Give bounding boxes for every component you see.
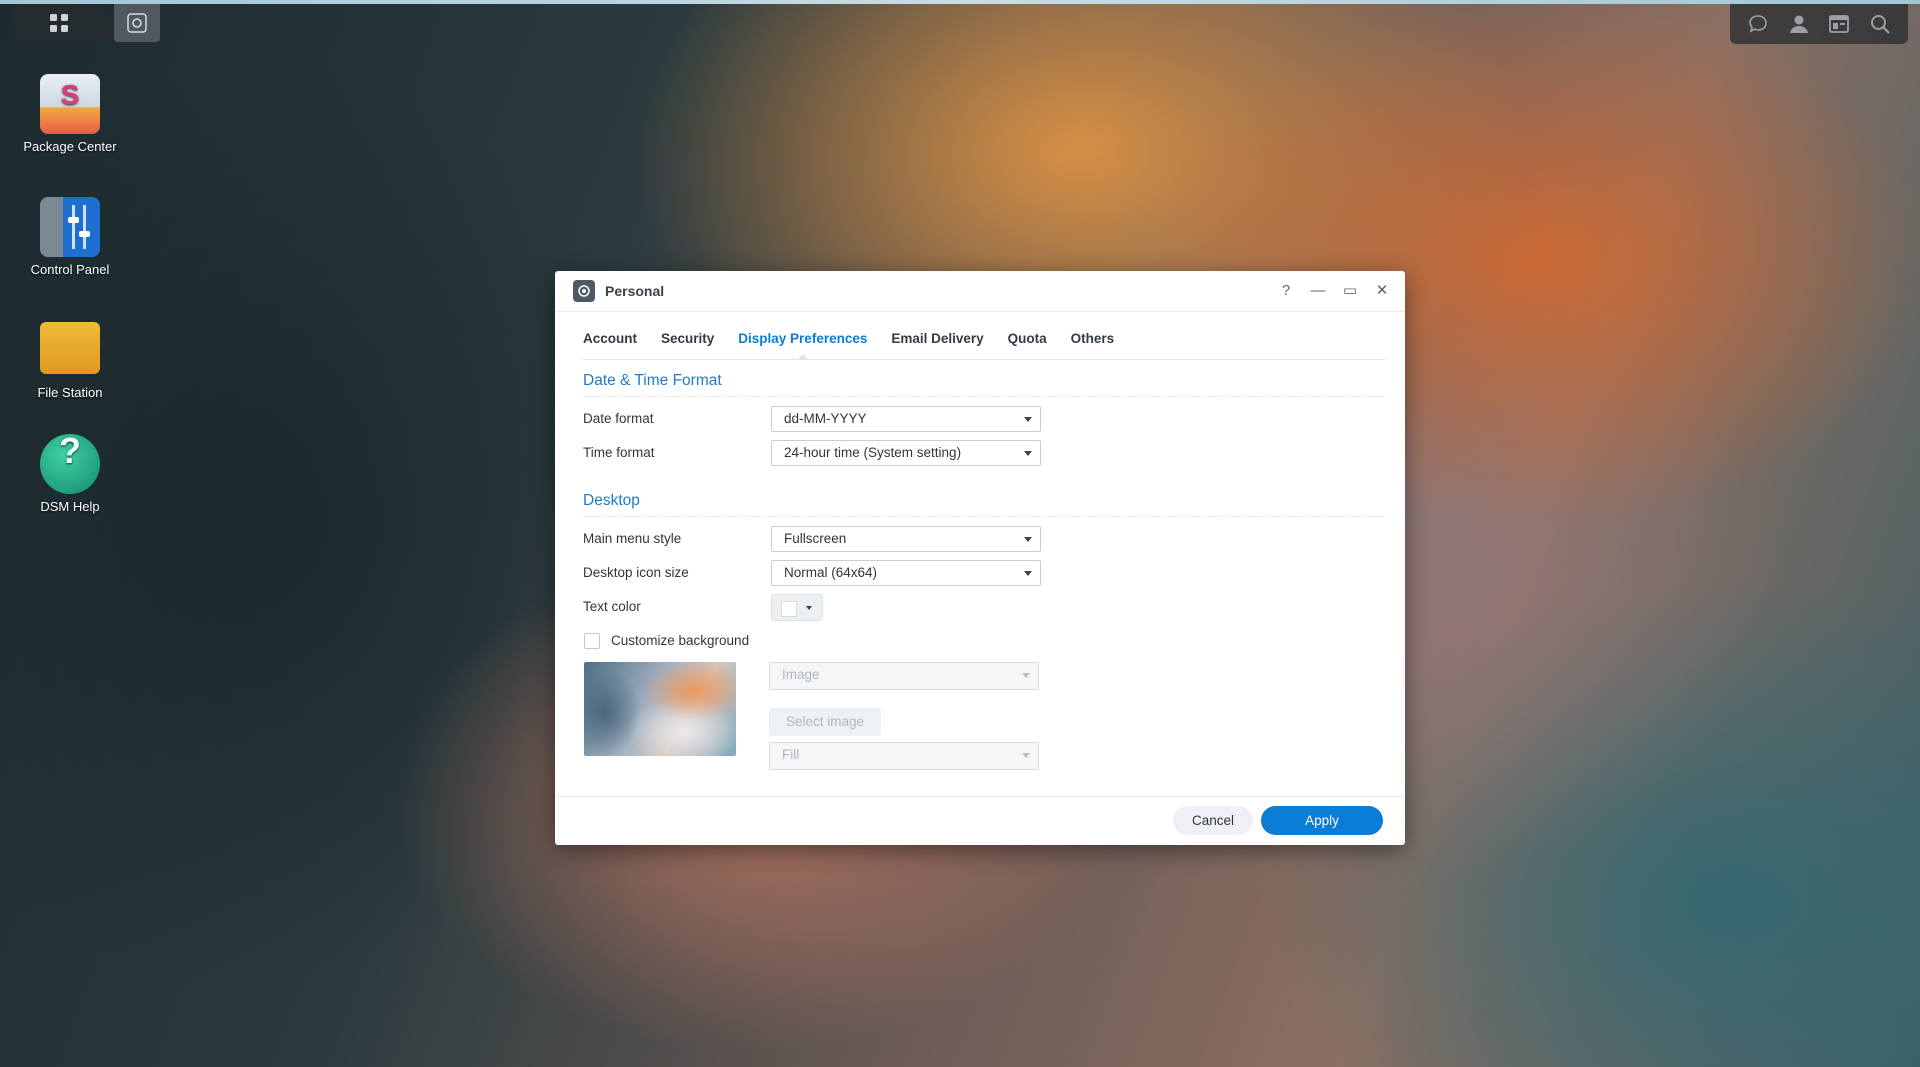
chevron-down-icon — [806, 606, 812, 610]
desktop-item-package-center[interactable]: S Package Center — [20, 74, 120, 156]
gear-icon — [127, 13, 147, 33]
time-format-value: 24-hour time (System setting) — [784, 445, 962, 460]
main-menu-button[interactable] — [12, 4, 106, 42]
select-image-button[interactable]: Select image — [769, 708, 881, 736]
control-panel-icon — [40, 197, 100, 257]
tab-bar: Account Security Display Preferences Ema… — [583, 327, 1385, 360]
time-format-select[interactable]: 24-hour time (System setting) — [771, 440, 1041, 466]
tab-email-delivery[interactable]: Email Delivery — [879, 327, 995, 359]
tab-security[interactable]: Security — [649, 327, 726, 359]
maximize-button[interactable]: ▭ — [1341, 281, 1359, 299]
help-button[interactable]: ? — [1277, 281, 1295, 299]
search-icon[interactable] — [1868, 12, 1892, 36]
desktop-item-label: Control Panel — [30, 262, 110, 277]
close-button[interactable]: ✕ — [1373, 281, 1391, 299]
background-fit-value: Fill — [782, 747, 800, 762]
package-center-icon: S — [40, 74, 100, 134]
system-tray — [1730, 4, 1908, 44]
chevron-down-icon — [1024, 417, 1032, 422]
date-format-value: dd-MM-YYYY — [784, 411, 867, 426]
icon-size-label: Desktop icon size — [583, 565, 689, 580]
background-fit-select[interactable]: Fill — [769, 742, 1039, 770]
menu-style-select[interactable]: Fullscreen — [771, 526, 1041, 552]
time-format-label: Time format — [583, 445, 655, 460]
tab-quota[interactable]: Quota — [996, 327, 1059, 359]
menu-style-value: Fullscreen — [784, 531, 847, 546]
background-type-select[interactable]: Image — [769, 662, 1039, 690]
chat-icon[interactable] — [1746, 12, 1770, 36]
taskbar-personal-app[interactable] — [114, 4, 160, 42]
dialog-footer: Cancel Apply — [555, 796, 1405, 845]
desktop-item-dsm-help[interactable]: ? DSM Help — [20, 433, 120, 516]
minimize-button[interactable]: — — [1309, 281, 1327, 299]
desktop-item-file-station[interactable]: File Station — [20, 316, 120, 402]
chevron-down-icon — [1024, 571, 1032, 576]
cancel-button[interactable]: Cancel — [1173, 806, 1253, 835]
folder-icon — [40, 322, 100, 374]
desktop-item-control-panel[interactable]: Control Panel — [20, 197, 120, 279]
chevron-down-icon — [1022, 753, 1030, 758]
window-title: Personal — [605, 283, 665, 299]
section-divider — [583, 516, 1385, 517]
chevron-down-icon — [1024, 451, 1032, 456]
chevron-down-icon — [1024, 537, 1032, 542]
section-divider — [583, 396, 1385, 397]
section-title-datetime: Date & Time Format — [583, 372, 722, 389]
customize-background-label[interactable]: Customize background — [611, 633, 749, 648]
background-preview — [584, 662, 736, 756]
chevron-down-icon — [1022, 673, 1030, 678]
date-format-select[interactable]: dd-MM-YYYY — [771, 406, 1041, 432]
section-title-desktop: Desktop — [583, 492, 640, 509]
text-color-picker[interactable] — [771, 594, 823, 621]
tab-display-preferences[interactable]: Display Preferences — [726, 327, 879, 360]
user-icon[interactable] — [1787, 12, 1811, 36]
desktop-item-label: DSM Help — [40, 499, 100, 514]
personal-app-icon — [573, 280, 595, 302]
apply-button[interactable]: Apply — [1261, 806, 1383, 835]
top-accent-strip — [0, 0, 1920, 4]
date-format-label: Date format — [583, 411, 654, 426]
desktop-item-label: File Station — [37, 385, 103, 400]
tab-others[interactable]: Others — [1059, 327, 1127, 359]
personal-window: Personal ? — ▭ ✕ Account Security Displa… — [555, 271, 1405, 845]
grid-icon — [50, 14, 68, 32]
menu-style-label: Main menu style — [583, 531, 682, 546]
color-swatch — [781, 601, 797, 617]
widgets-icon[interactable] — [1827, 12, 1851, 36]
text-color-label: Text color — [583, 599, 641, 614]
help-icon: ? — [40, 433, 100, 494]
icon-size-select[interactable]: Normal (64x64) — [771, 560, 1041, 586]
desktop-item-label: Package Center — [23, 139, 117, 154]
customize-background-checkbox[interactable] — [584, 633, 600, 649]
background-type-value: Image — [782, 667, 820, 682]
tab-account[interactable]: Account — [583, 327, 649, 359]
icon-size-value: Normal (64x64) — [784, 565, 878, 580]
